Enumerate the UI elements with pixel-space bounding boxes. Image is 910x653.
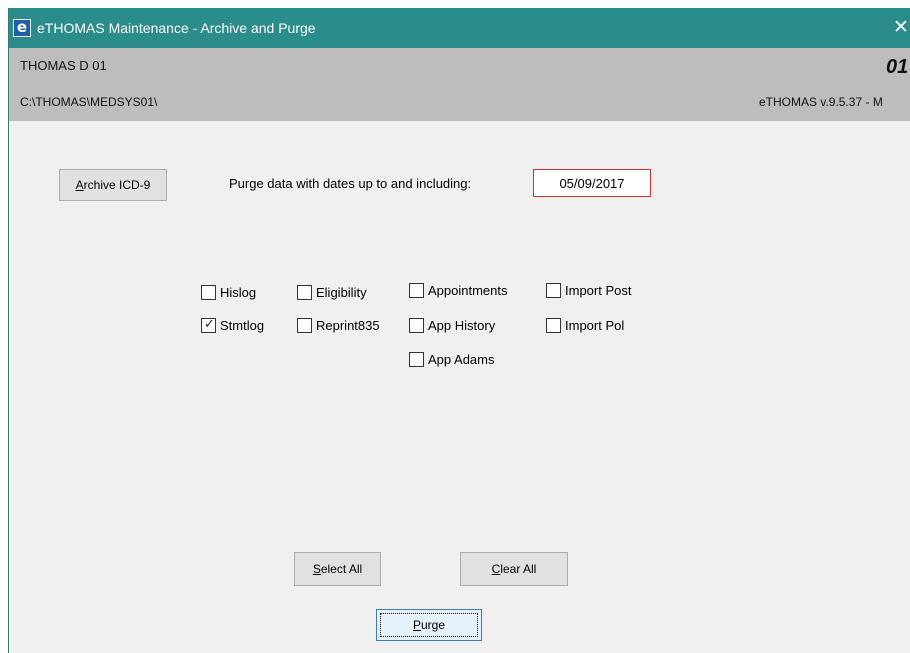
archive-label: rchive ICD-9 (83, 178, 151, 192)
checkbox-stmtlog[interactable]: ✓ Stmtlog (201, 316, 264, 334)
checkbox-box[interactable] (546, 282, 561, 298)
info-bar: THOMAS D 01 C:\THOMAS\MEDSYS01\ 01 eTHOM… (9, 48, 910, 121)
archive-icd9-button[interactable]: Archive ICD-9 (59, 169, 167, 201)
checkbox-import-pol[interactable]: Import Pol (546, 316, 624, 334)
checkbox-label: Import Post (565, 282, 632, 298)
select-all-accesskey: S (312, 562, 321, 576)
check-icon: ✓ (204, 316, 215, 332)
select-all-label: elect All (320, 562, 363, 576)
checkbox-label: Eligibility (316, 284, 367, 300)
checkbox-label: Stmtlog (220, 317, 265, 333)
site-path: C:\THOMAS\MEDSYS01\ (20, 95, 158, 109)
checkbox-hislog[interactable]: Hislog (201, 283, 256, 301)
checkbox-appointments[interactable]: Appointments (409, 281, 508, 299)
checkbox-label: Appointments (428, 282, 508, 298)
app-e-icon: e (13, 19, 31, 37)
checkbox-box[interactable] (201, 284, 216, 300)
checkbox-label: Hislog (220, 284, 257, 300)
title-bar[interactable]: e eTHOMAS Maintenance - Archive and Purg… (9, 8, 910, 48)
site-code: 01 (886, 56, 909, 78)
checkbox-app-adams[interactable]: App Adams (409, 350, 495, 368)
purge-label: urge (420, 618, 446, 632)
site-name: THOMAS D 01 (20, 58, 107, 73)
checkbox-app-history[interactable]: App History (409, 316, 495, 334)
checkbox-label: Import Pol (565, 317, 625, 333)
close-icon[interactable]: ✕ (893, 17, 909, 37)
version-label: eTHOMAS v.9.5.37 - M (759, 95, 883, 109)
checkbox-box[interactable] (409, 351, 424, 367)
checkbox-import-post[interactable]: Import Post (546, 281, 631, 299)
checkbox-box[interactable] (409, 282, 424, 298)
archive-purge-window: e eTHOMAS Maintenance - Archive and Purg… (8, 8, 910, 653)
checkbox-label: App History (428, 317, 496, 333)
purge-date-field[interactable] (533, 169, 651, 197)
checkbox-box[interactable] (546, 317, 561, 333)
checkbox-box[interactable] (409, 317, 424, 333)
checkbox-box[interactable] (297, 284, 312, 300)
checkbox-reprint835[interactable]: Reprint835 (297, 316, 380, 334)
archive-accesskey: A (75, 178, 84, 192)
clear-all-accesskey: C (491, 562, 501, 576)
checkbox-eligibility[interactable]: Eligibility (297, 283, 367, 301)
clear-all-label: lear All (500, 562, 537, 576)
checkbox-box[interactable] (297, 317, 312, 333)
clear-all-button[interactable]: Clear All (460, 552, 568, 586)
purge-date-label: Purge data with dates up to and includin… (229, 176, 472, 191)
purge-button[interactable]: Purge (376, 609, 482, 641)
select-all-button[interactable]: Select All (294, 552, 381, 586)
checkbox-label: Reprint835 (316, 317, 380, 333)
purge-accesskey: P (412, 618, 421, 632)
checkbox-label: App Adams (428, 351, 495, 367)
window-title: eTHOMAS Maintenance - Archive and Purge (37, 20, 316, 36)
checkbox-box[interactable]: ✓ (201, 316, 216, 333)
